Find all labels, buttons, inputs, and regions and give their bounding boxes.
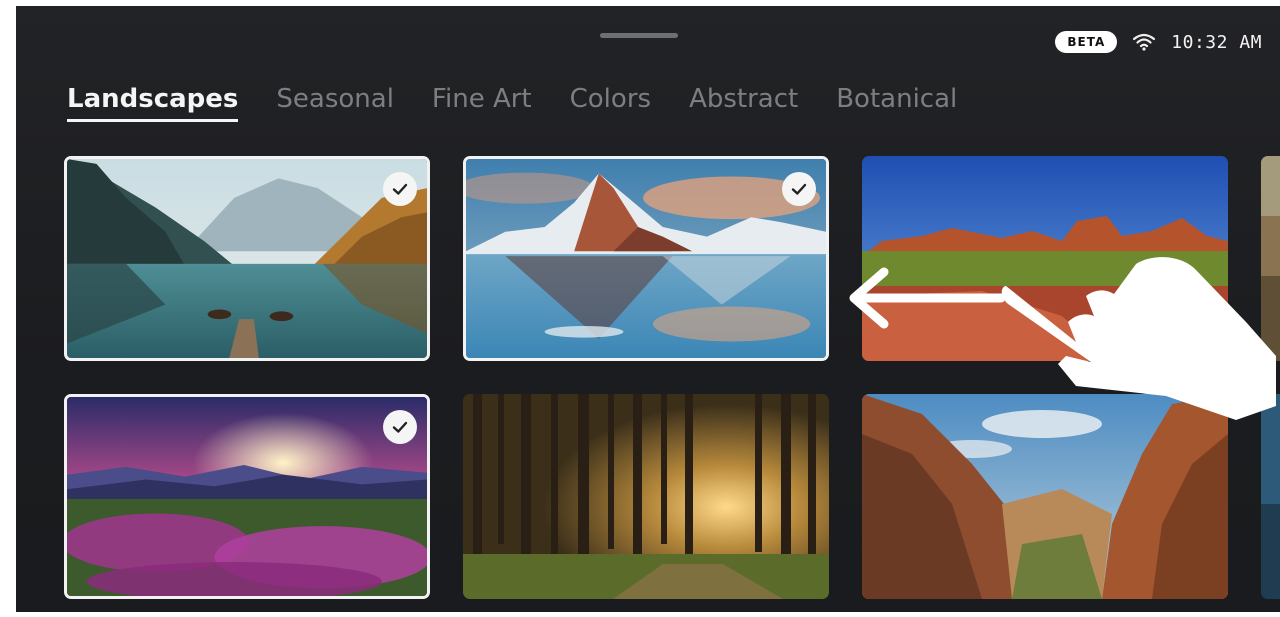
- drag-handle[interactable]: [600, 33, 678, 38]
- tab-fine-art[interactable]: Fine Art: [432, 82, 532, 122]
- mountain-sunset-flowers-image: [67, 397, 427, 596]
- selected-check-icon: [383, 172, 417, 206]
- category-tabs: Landscapes Seasonal Fine Art Colors Abst…: [67, 82, 957, 122]
- wallpaper-tile[interactable]: [463, 394, 829, 599]
- wallpaper-tile[interactable]: [64, 156, 430, 361]
- partial-wallpaper-image: [1261, 156, 1280, 361]
- wallpaper-tile[interactable]: [1261, 156, 1280, 361]
- wallpaper-picker-panel: BETA 10:32 AM Landscapes Seasonal Fine A…: [16, 6, 1280, 612]
- red-rock-desert-image: [862, 156, 1228, 361]
- partial-wallpaper-image: [1261, 394, 1280, 599]
- snowy-mountain-reflection-image: [466, 159, 826, 358]
- clock: 10:32 AM: [1171, 31, 1262, 53]
- status-bar: BETA 10:32 AM: [1055, 28, 1262, 56]
- tab-abstract[interactable]: Abstract: [689, 82, 798, 122]
- wallpaper-tile[interactable]: [862, 394, 1228, 599]
- selected-check-icon: [782, 172, 816, 206]
- tab-colors[interactable]: Colors: [570, 82, 651, 122]
- tab-landscapes[interactable]: Landscapes: [67, 82, 239, 122]
- screen: BETA 10:32 AM Landscapes Seasonal Fine A…: [0, 0, 1280, 617]
- selected-check-icon: [383, 410, 417, 444]
- tab-seasonal[interactable]: Seasonal: [276, 82, 394, 122]
- sunlit-forest-image: [463, 394, 829, 599]
- wallpaper-tile[interactable]: [64, 394, 430, 599]
- wallpaper-tile[interactable]: [862, 156, 1228, 361]
- wallpaper-tile[interactable]: [463, 156, 829, 361]
- tab-botanical[interactable]: Botanical: [836, 82, 957, 122]
- beta-badge: BETA: [1055, 31, 1118, 53]
- wallpaper-tile[interactable]: [1261, 394, 1280, 599]
- mountain-lake-boats-image: [67, 159, 427, 358]
- wifi-icon: [1133, 33, 1156, 51]
- canyon-valley-image: [862, 394, 1228, 599]
